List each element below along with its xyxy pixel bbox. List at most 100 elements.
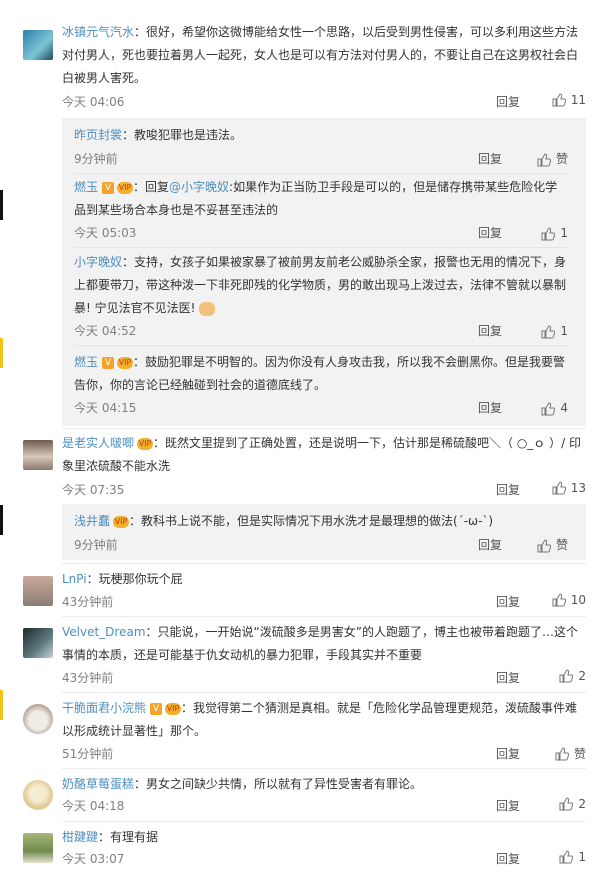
thumbs-up-icon <box>559 797 574 811</box>
timestamp: 今天 03:07 <box>62 852 125 866</box>
like-button[interactable]: 4 <box>541 397 568 420</box>
like-count: 11 <box>570 93 586 107</box>
thumbs-up-icon <box>541 401 556 415</box>
divider <box>62 692 586 693</box>
username-link[interactable]: 浅井蠢 <box>74 514 110 528</box>
timestamp: 今天 05:03 <box>74 226 137 240</box>
like-count: 赞 <box>555 538 568 552</box>
vip-badge: VIP <box>113 515 130 528</box>
username-link[interactable]: Velvet_Dream <box>62 625 146 639</box>
like-count: 2 <box>578 797 586 811</box>
username-link[interactable]: 是老实人啵唧 <box>62 436 134 450</box>
reply-button[interactable]: 回复 <box>478 222 502 245</box>
like-button[interactable]: 1 <box>559 850 586 864</box>
comment-text: ：男女之间缺少共情，所以就有了异性受害者有罪论。 <box>134 777 423 791</box>
reply-thread: 昨页封裳：教唆犯罪也是违法。 9分钟前 回复 赞 燃玉 V VIP ：回复@小字晚奴:… <box>62 118 586 426</box>
reply-button[interactable]: 回复 <box>478 320 502 343</box>
like-button[interactable]: 13 <box>552 481 586 495</box>
avatar[interactable] <box>23 628 53 658</box>
edge-mark <box>0 190 3 220</box>
username-link[interactable]: 昨页封裳 <box>74 128 122 142</box>
reply-button[interactable]: 回复 <box>496 93 520 110</box>
reply-button[interactable]: 回复 <box>478 148 502 171</box>
timestamp: 今天 04:52 <box>74 324 137 338</box>
timestamp: 9分钟前 <box>74 538 118 552</box>
thumbs-up-icon <box>555 746 569 760</box>
username-link[interactable]: 燃玉 <box>74 355 98 369</box>
comment-text: ：很好，希望你这微博能给女性一个思路，以后受到男性侵害，可以多利用这些方法对付男… <box>62 25 579 85</box>
avatar[interactable] <box>23 833 53 863</box>
username-link[interactable]: 冰镇元气汽水 <box>62 25 134 39</box>
flexed-biceps-emoji <box>199 301 216 316</box>
like-count: 1 <box>578 850 586 864</box>
like-button[interactable]: 2 <box>559 797 586 811</box>
reply-button[interactable]: 回复 <box>496 481 520 498</box>
username-link[interactable]: 干脆面君小浣熊 <box>62 701 146 715</box>
vip-badge: VIP <box>165 702 182 715</box>
comment-text: ：玩梗那你玩个屁 <box>86 572 183 586</box>
username-link[interactable]: LnPi <box>62 572 87 586</box>
username-link[interactable]: 奶酪草莓蛋糕 <box>62 777 134 791</box>
thumbs-up-icon <box>559 850 574 864</box>
avatar[interactable] <box>23 440 53 470</box>
like-button[interactable]: 赞 <box>537 534 568 557</box>
comment-text: ：有理有据 <box>98 830 159 844</box>
username-link[interactable]: 燃玉 <box>74 180 98 194</box>
like-button[interactable]: 赞 <box>537 148 568 171</box>
reply-text: ：教唆犯罪也是违法。 <box>122 128 243 142</box>
vip-badge: VIP <box>117 181 134 194</box>
edge-mark <box>0 690 3 720</box>
timestamp: 9分钟前 <box>74 152 118 166</box>
verified-badge: V <box>102 356 115 369</box>
like-count: 赞 <box>555 152 568 166</box>
vip-badge: VIP <box>117 356 134 369</box>
vip-badge: VIP <box>137 437 154 450</box>
avatar[interactable] <box>23 30 53 60</box>
divider <box>62 768 586 769</box>
reply-button[interactable]: 回复 <box>496 745 520 762</box>
like-button[interactable]: 赞 <box>555 745 586 762</box>
mention-link[interactable]: @小字晚奴 <box>169 180 229 194</box>
divider <box>62 821 586 822</box>
edge-mark <box>0 338 3 368</box>
reply-thread: 浅井蠢 VIP ：教科书上说不能，但是实际情况下用水洗才是最理想的做法(´-ω-`)… <box>62 504 586 560</box>
like-button[interactable]: 1 <box>541 222 568 245</box>
like-count: 10 <box>570 593 586 607</box>
divider <box>74 247 568 248</box>
like-count: 4 <box>560 401 568 415</box>
reply-button[interactable]: 回复 <box>496 797 520 814</box>
thumbs-up-icon <box>552 93 566 107</box>
avatar[interactable] <box>23 576 53 606</box>
timestamp: 51分钟前 <box>62 747 114 761</box>
like-count: 1 <box>560 324 568 338</box>
reply-button[interactable]: 回复 <box>496 850 520 867</box>
reply-text: ：支持，女孩子如果被家暴了被前男友前老公威胁杀全家，报警也无用的情况下，身上都要… <box>74 255 567 315</box>
verified-badge: V <box>150 702 163 715</box>
reply-button[interactable]: 回复 <box>496 593 520 610</box>
timestamp: 今天 04:18 <box>62 799 125 813</box>
divider <box>62 563 586 564</box>
timestamp: 43分钟前 <box>62 671 114 685</box>
like-button[interactable]: 10 <box>552 593 586 607</box>
reply-text: ：鼓励犯罪是不明智的。因为你没有人身攻击我，所以我不会删黑你。但是我要警告你，你… <box>74 355 566 392</box>
like-count: 赞 <box>573 747 586 761</box>
timestamp: 今天 07:35 <box>62 483 125 497</box>
thumbs-up-icon <box>552 593 566 607</box>
timestamp: 今天 04:15 <box>74 401 137 415</box>
reply-button[interactable]: 回复 <box>478 534 502 557</box>
avatar[interactable] <box>23 780 53 810</box>
thumbs-up-icon <box>541 324 556 338</box>
like-count: 13 <box>570 481 586 495</box>
like-button[interactable]: 11 <box>552 93 586 107</box>
reply-button[interactable]: 回复 <box>496 669 520 686</box>
like-button[interactable]: 1 <box>541 320 568 343</box>
divider <box>62 616 586 617</box>
avatar[interactable] <box>23 704 53 734</box>
thumbs-up-icon <box>559 669 574 683</box>
username-link[interactable]: 柑踺踺 <box>62 830 98 844</box>
reply-text: ：教科书上说不能，但是实际情况下用水洗才是最理想的做法(´-ω-`) <box>129 514 494 528</box>
username-link[interactable]: 小字晚奴 <box>74 255 122 269</box>
like-button[interactable]: 2 <box>559 669 586 683</box>
reply-button[interactable]: 回复 <box>478 397 502 420</box>
like-count: 1 <box>560 226 568 240</box>
